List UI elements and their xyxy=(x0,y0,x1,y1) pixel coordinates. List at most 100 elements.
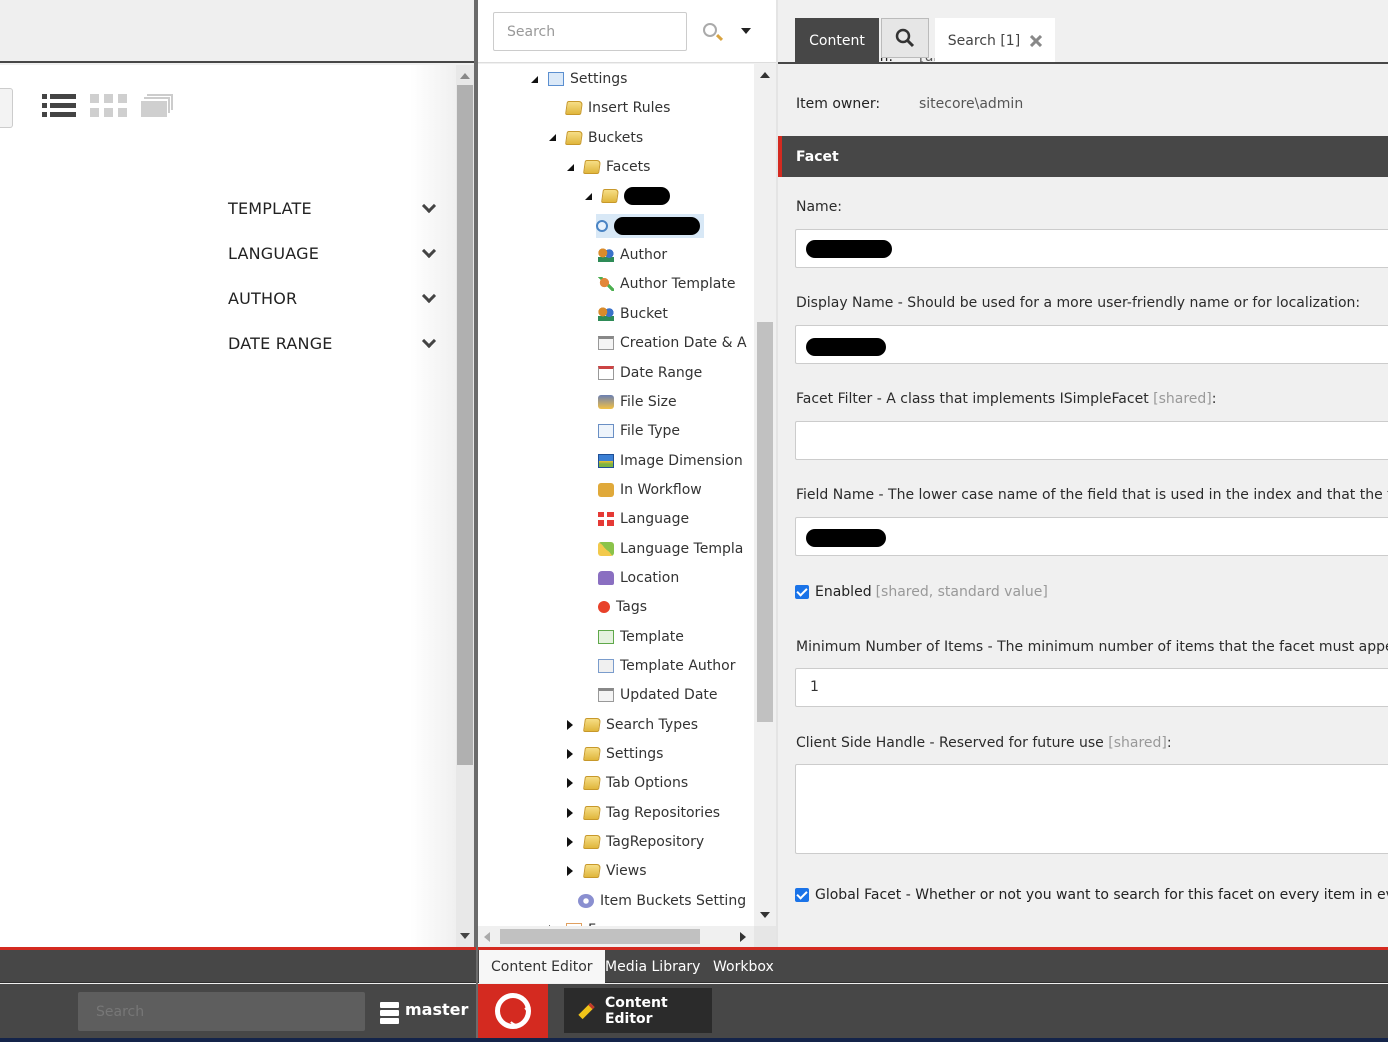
grid-view-icon[interactable] xyxy=(90,94,127,118)
scroll-up-arrow-icon[interactable] xyxy=(460,73,470,79)
scrollbar-thumb[interactable] xyxy=(757,322,773,722)
tree-node[interactable]: Author xyxy=(598,243,667,267)
dropdown-arrow-icon[interactable] xyxy=(741,28,751,34)
tree-node[interactable] xyxy=(582,184,670,208)
tab-search-results[interactable]: Search [1] xyxy=(935,18,1055,63)
enabled-checkbox[interactable] xyxy=(795,585,809,599)
tree-node-label: Views xyxy=(606,863,647,880)
label-text: Facet Filter - A class that implements I… xyxy=(796,391,1149,407)
expand-arrow-icon[interactable] xyxy=(564,836,576,848)
tree-node[interactable]: Bucket xyxy=(598,302,668,326)
scroll-right-arrow-icon[interactable] xyxy=(740,932,746,942)
expand-arrow-icon[interactable] xyxy=(564,807,576,819)
tab-content[interactable]: Content xyxy=(795,18,879,63)
collapse-button[interactable] xyxy=(0,88,13,128)
tree-node[interactable]: Template xyxy=(598,625,684,649)
tree-node[interactable]: Creation Date & A xyxy=(598,331,747,355)
content-editor-app-button[interactable]: Content Editor xyxy=(564,988,712,1033)
tree-search-input[interactable] xyxy=(493,12,687,51)
enabled-checkbox-row[interactable]: Enabled [shared, standard value] xyxy=(795,584,1048,600)
facet-date-range[interactable]: DATE RANGE xyxy=(228,321,440,366)
tree-node[interactable]: Author Template xyxy=(598,272,735,296)
scrollbar-thumb[interactable] xyxy=(500,929,700,944)
global-facet-checkbox[interactable] xyxy=(795,888,809,902)
list-view-icon[interactable] xyxy=(42,94,76,118)
display-name-field[interactable] xyxy=(795,325,1388,364)
scroll-down-arrow-icon[interactable] xyxy=(760,912,770,918)
chevron-down-icon[interactable] xyxy=(421,333,437,348)
left-vertical-scrollbar[interactable] xyxy=(456,65,474,947)
user-edit-icon xyxy=(598,277,614,292)
tree-node[interactable]: Language Templa xyxy=(598,537,743,561)
scrollbar-thumb[interactable] xyxy=(457,85,473,765)
tree-node[interactable]: Tab Options xyxy=(564,771,688,795)
tree-node[interactable]: In Workflow xyxy=(598,478,702,502)
chevron-down-icon[interactable] xyxy=(421,198,437,213)
tree-node[interactable]: File Size xyxy=(598,390,677,414)
tab-content-editor[interactable]: Content Editor xyxy=(479,950,605,983)
facet-filter-field[interactable] xyxy=(795,421,1388,460)
tree-node[interactable]: Forms xyxy=(546,918,631,926)
tree-node[interactable]: Location xyxy=(598,566,679,590)
tree-node[interactable]: Search Types xyxy=(564,713,698,737)
sitecore-logo-icon xyxy=(495,993,531,1029)
tab-workbox[interactable]: Workbox xyxy=(701,950,786,983)
global-facet-checkbox-row[interactable]: Global Facet - Whether or not you want t… xyxy=(795,887,1388,903)
facet-label: DATE RANGE xyxy=(228,334,333,353)
tree-node[interactable]: Insert Rules xyxy=(565,96,670,120)
tree-node[interactable]: Settings xyxy=(564,742,663,766)
tree-search-bar xyxy=(478,0,776,63)
client-handle-textarea[interactable] xyxy=(795,764,1388,854)
chevron-down-icon[interactable] xyxy=(421,243,437,258)
tab-media-library[interactable]: Media Library xyxy=(593,950,712,983)
collapse-arrow-icon[interactable] xyxy=(528,73,540,85)
scroll-down-arrow-icon[interactable] xyxy=(460,933,470,939)
field-name-field[interactable] xyxy=(795,517,1388,556)
tree-node[interactable]: Date Range xyxy=(598,361,702,385)
expand-arrow-icon[interactable] xyxy=(564,865,576,877)
tree-node[interactable]: Image Dimension xyxy=(598,449,743,473)
calendar-icon xyxy=(598,365,614,380)
tree-node-label: Author xyxy=(620,247,668,264)
bottom-search-input[interactable] xyxy=(78,992,365,1031)
stack-view-icon[interactable] xyxy=(141,94,173,118)
collapse-arrow-icon[interactable] xyxy=(564,161,576,173)
database-selector[interactable]: master xyxy=(405,1000,468,1019)
facet-language[interactable]: LANGUAGE xyxy=(228,231,440,276)
tree-node[interactable]: Updated Date xyxy=(598,683,718,707)
chevron-down-icon[interactable] xyxy=(421,288,437,303)
expand-arrow-icon[interactable] xyxy=(564,777,576,789)
collapse-arrow-icon[interactable] xyxy=(546,132,558,144)
tree-node[interactable]: Tag Repositories xyxy=(564,801,720,825)
tree-node[interactable]: Settings xyxy=(528,67,627,91)
tree-node[interactable]: Template Author xyxy=(598,654,735,678)
red-dot-icon xyxy=(598,601,610,614)
tree-node[interactable]: Buckets xyxy=(546,126,643,150)
facet-author[interactable]: AUTHOR xyxy=(228,276,440,321)
close-icon[interactable] xyxy=(1030,34,1043,47)
facet-template[interactable]: TEMPLATE xyxy=(228,186,440,231)
scroll-up-arrow-icon[interactable] xyxy=(760,72,770,78)
tree-node[interactable]: Tags xyxy=(598,595,647,619)
tree-node[interactable]: Facets xyxy=(564,155,650,179)
facet-list: TEMPLATE LANGUAGE AUTHOR DATE RANGE xyxy=(228,186,440,366)
tree-node[interactable]: Language xyxy=(598,507,689,531)
tree-node[interactable]: Item Buckets Setting xyxy=(578,889,746,913)
field-note: [shared] xyxy=(1108,735,1167,751)
tree-vertical-scrollbar[interactable] xyxy=(754,64,776,926)
search-tab-button[interactable] xyxy=(881,18,929,58)
expand-arrow-icon[interactable] xyxy=(564,748,576,760)
tree-node[interactable]: File Type xyxy=(598,419,680,443)
tree-horizontal-scrollbar[interactable] xyxy=(478,926,754,947)
expand-arrow-icon[interactable] xyxy=(564,719,576,731)
section-header-facet[interactable]: Facet xyxy=(778,136,1388,177)
search-icon[interactable] xyxy=(703,23,717,37)
name-field[interactable] xyxy=(795,229,1388,268)
tree-node[interactable]: TagRepository xyxy=(564,830,704,854)
collapse-arrow-icon[interactable] xyxy=(582,190,594,202)
sitecore-start-button[interactable] xyxy=(478,984,548,1038)
tree-node[interactable] xyxy=(596,213,704,238)
min-items-field[interactable]: 1 xyxy=(795,668,1388,707)
scroll-left-arrow-icon[interactable] xyxy=(484,932,490,942)
tree-node[interactable]: Views xyxy=(564,859,647,883)
